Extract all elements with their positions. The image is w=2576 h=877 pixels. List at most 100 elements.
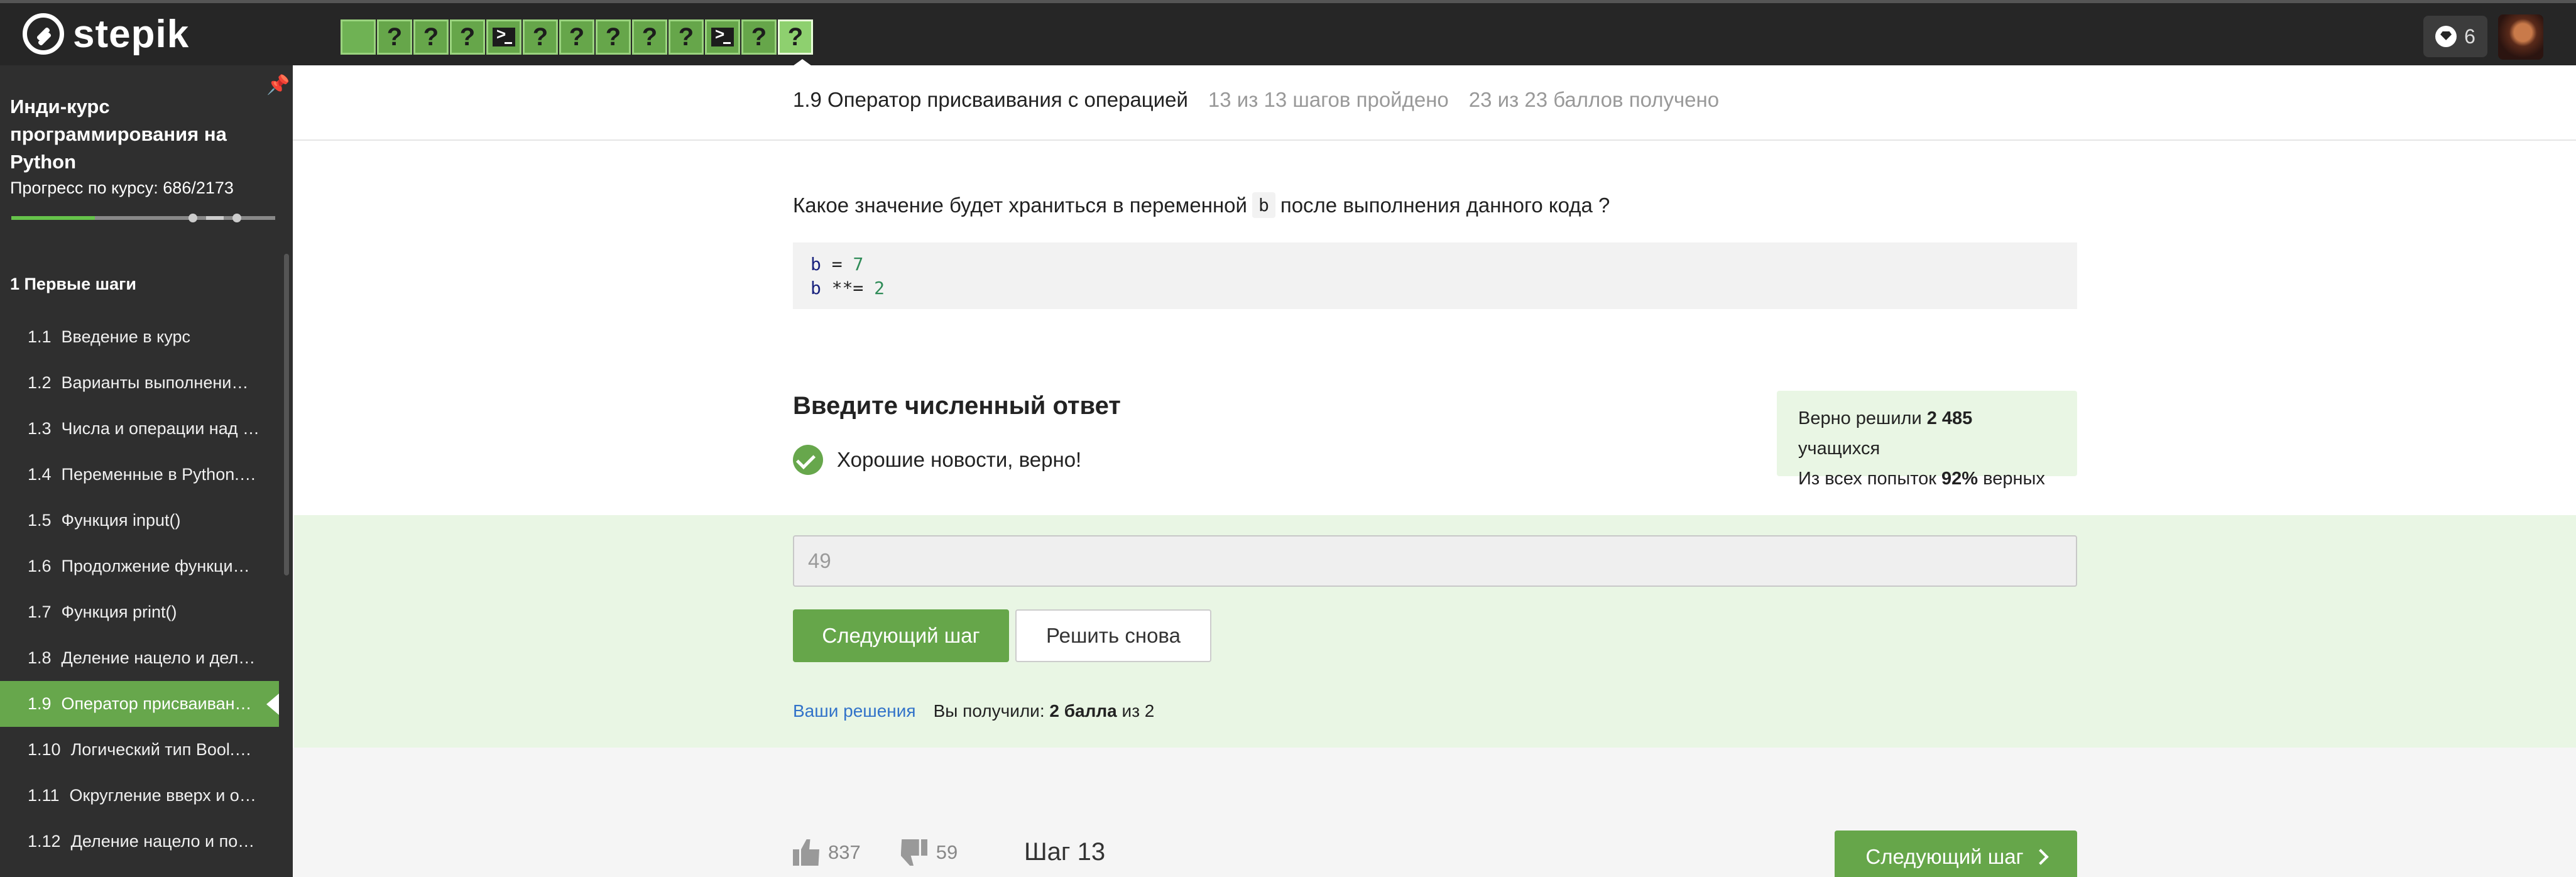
lesson-number: 1.3 bbox=[28, 419, 52, 438]
terminal-icon bbox=[711, 25, 734, 46]
top-navbar: stepik ?????????? 6 bbox=[0, 0, 2576, 69]
code-token: = bbox=[821, 254, 853, 275]
lesson-title: Деление нацело и дел… bbox=[61, 648, 256, 667]
progress-marker bbox=[232, 214, 241, 222]
stats-line: Из всех попыток 92% верных bbox=[1798, 464, 2056, 494]
lesson-title: 1.9 Оператор присваивания с операцией bbox=[793, 88, 1188, 111]
question-mark-icon: ? bbox=[751, 23, 767, 51]
step-3[interactable]: ? bbox=[413, 19, 449, 55]
sidebar-lesson-1-5[interactable]: 1.5 Функция input() bbox=[0, 498, 279, 543]
correct-feedback: Хорошие новости, верно! bbox=[793, 445, 1081, 475]
footer-next-step-button[interactable]: Следующий шаг bbox=[1835, 831, 2077, 877]
lesson-number: 1.10 bbox=[28, 740, 61, 759]
logo-text: stepik bbox=[73, 12, 190, 56]
points-text: 23 из 23 баллов получено bbox=[1468, 88, 1720, 111]
next-step-button[interactable]: Следующий шаг bbox=[793, 609, 1009, 662]
step-content: 1.9 Оператор присваивания с операцией 13… bbox=[293, 65, 2576, 877]
step-7[interactable]: ? bbox=[559, 19, 594, 55]
question-mark-icon: ? bbox=[569, 23, 585, 51]
lesson-steps-bar: ?????????? bbox=[341, 19, 816, 69]
progress-marker bbox=[188, 214, 197, 222]
sidebar-lesson-1-11[interactable]: 1.11 Округление вверх и о… bbox=[0, 773, 279, 819]
thumbs-down-icon[interactable] bbox=[901, 839, 927, 866]
user-avatar[interactable] bbox=[2498, 14, 2543, 60]
question-text-before: Какое значение будет храниться в перемен… bbox=[793, 193, 1247, 217]
lesson-number: 1.2 bbox=[28, 373, 52, 392]
question-text-after: после выполнения данного кода ? bbox=[1280, 193, 1610, 217]
sidebar-lesson-1-8[interactable]: 1.8 Деление нацело и дел… bbox=[0, 635, 279, 681]
lesson-number: 1.9 bbox=[28, 694, 52, 713]
terminal-icon bbox=[493, 25, 515, 46]
score-prefix: Вы получили: bbox=[933, 701, 1045, 721]
question-mark-icon: ? bbox=[787, 23, 804, 51]
step-4[interactable]: ? bbox=[450, 19, 485, 55]
step-8[interactable]: ? bbox=[596, 19, 631, 55]
thumbs-up-icon[interactable] bbox=[793, 839, 819, 866]
diamond-icon bbox=[2435, 26, 2457, 47]
lesson-title: Округление вверх и о… bbox=[69, 786, 256, 805]
lesson-title: Функция print() bbox=[61, 602, 177, 621]
sidebar-lesson-1-12[interactable]: 1.12 Деление нацело и по… bbox=[0, 819, 279, 864]
course-title[interactable]: Инди-курс программирования на Python bbox=[10, 93, 261, 176]
step-5[interactable] bbox=[486, 19, 521, 55]
score-suffix: из 2 bbox=[1122, 701, 1155, 721]
question-variable: b bbox=[1252, 192, 1275, 218]
code-token: 7 bbox=[853, 254, 864, 275]
step-12[interactable]: ? bbox=[741, 19, 777, 55]
question-mark-icon: ? bbox=[386, 23, 403, 51]
question-mark-icon: ? bbox=[532, 23, 548, 51]
lesson-title: Введение в курс bbox=[61, 327, 190, 346]
step-votes: 837 59 bbox=[793, 839, 958, 866]
sidebar-lesson-1-9[interactable]: 1.9 Оператор присваиван… bbox=[0, 681, 279, 727]
course-sidebar: 📌 Инди-курс программирования на Python П… bbox=[0, 65, 293, 877]
step-10[interactable]: ? bbox=[669, 19, 704, 55]
lesson-number: 1.1 bbox=[28, 327, 52, 346]
notifications-count: 6 bbox=[2464, 25, 2475, 48]
stats-value: 2 485 bbox=[1926, 408, 1973, 428]
notifications-button[interactable]: 6 bbox=[2423, 16, 2487, 57]
step-9[interactable]: ? bbox=[632, 19, 667, 55]
question-mark-icon: ? bbox=[459, 23, 476, 51]
lesson-title: Оператор присваиван… bbox=[61, 694, 252, 713]
check-icon bbox=[793, 445, 823, 475]
lesson-number: 1.12 bbox=[28, 832, 61, 851]
step-1[interactable] bbox=[341, 19, 376, 55]
sidebar-lesson-1-2[interactable]: 1.2 Варианты выполнени… bbox=[0, 360, 279, 406]
solve-again-button[interactable]: Решить снова bbox=[1015, 609, 1211, 662]
course-progress-fill bbox=[11, 216, 95, 220]
step-2[interactable]: ? bbox=[377, 19, 412, 55]
module-title[interactable]: 1 Первые шаги bbox=[0, 254, 279, 314]
code-token: b bbox=[810, 254, 821, 275]
step-6[interactable]: ? bbox=[523, 19, 558, 55]
your-solutions-link[interactable]: Ваши решения bbox=[793, 701, 916, 721]
lesson-number: 1.5 bbox=[28, 511, 52, 530]
numeric-answer-field[interactable]: 49 bbox=[793, 535, 2077, 587]
lesson-title: Логический тип Bool.… bbox=[70, 740, 252, 759]
code-line: b **= 2 bbox=[810, 276, 2060, 300]
sidebar-lesson-1-3[interactable]: 1.3 Числа и операции над … bbox=[0, 406, 279, 452]
stepik-logo[interactable]: stepik bbox=[23, 12, 189, 56]
score-value: 2 балла bbox=[1049, 701, 1117, 721]
course-progress-label: Прогресс по курсу: 686/2173 bbox=[10, 178, 234, 197]
lesson-header: 1.9 Оператор присваивания с операцией 13… bbox=[793, 88, 1719, 112]
sidebar-lesson-1-4[interactable]: 1.4 Переменные в Python.… bbox=[0, 452, 279, 498]
lesson-title: Деление нацело и по… bbox=[70, 832, 255, 851]
sidebar-lesson-1-7[interactable]: 1.7 Функция print() bbox=[0, 589, 279, 635]
lesson-number: 1.4 bbox=[28, 465, 52, 484]
sidebar-lesson-1-10[interactable]: 1.10 Логический тип Bool.… bbox=[0, 727, 279, 773]
lesson-title: Продолжение функци… bbox=[61, 557, 250, 575]
progress-marker bbox=[206, 216, 224, 220]
progress-markers bbox=[188, 214, 241, 222]
step-number: Шаг 13 bbox=[1024, 838, 1106, 866]
sidebar-lesson-1-6[interactable]: 1.6 Продолжение функци… bbox=[0, 543, 279, 589]
step-footer: 837 59 Шаг 13 Следующий шаг bbox=[293, 748, 2576, 877]
lesson-number: 1.7 bbox=[28, 602, 52, 621]
stats-text: Верно решили bbox=[1798, 408, 1922, 428]
step-11[interactable] bbox=[705, 19, 740, 55]
sidebar-scrollbar[interactable] bbox=[284, 254, 289, 575]
sidebar-lesson-1-1[interactable]: 1.1 Введение в курс bbox=[0, 314, 279, 360]
pin-icon[interactable]: 📌 bbox=[266, 74, 290, 96]
step-current[interactable]: ? bbox=[778, 19, 816, 69]
lesson-title: Переменные в Python.… bbox=[61, 465, 256, 484]
header-divider bbox=[293, 139, 2576, 141]
